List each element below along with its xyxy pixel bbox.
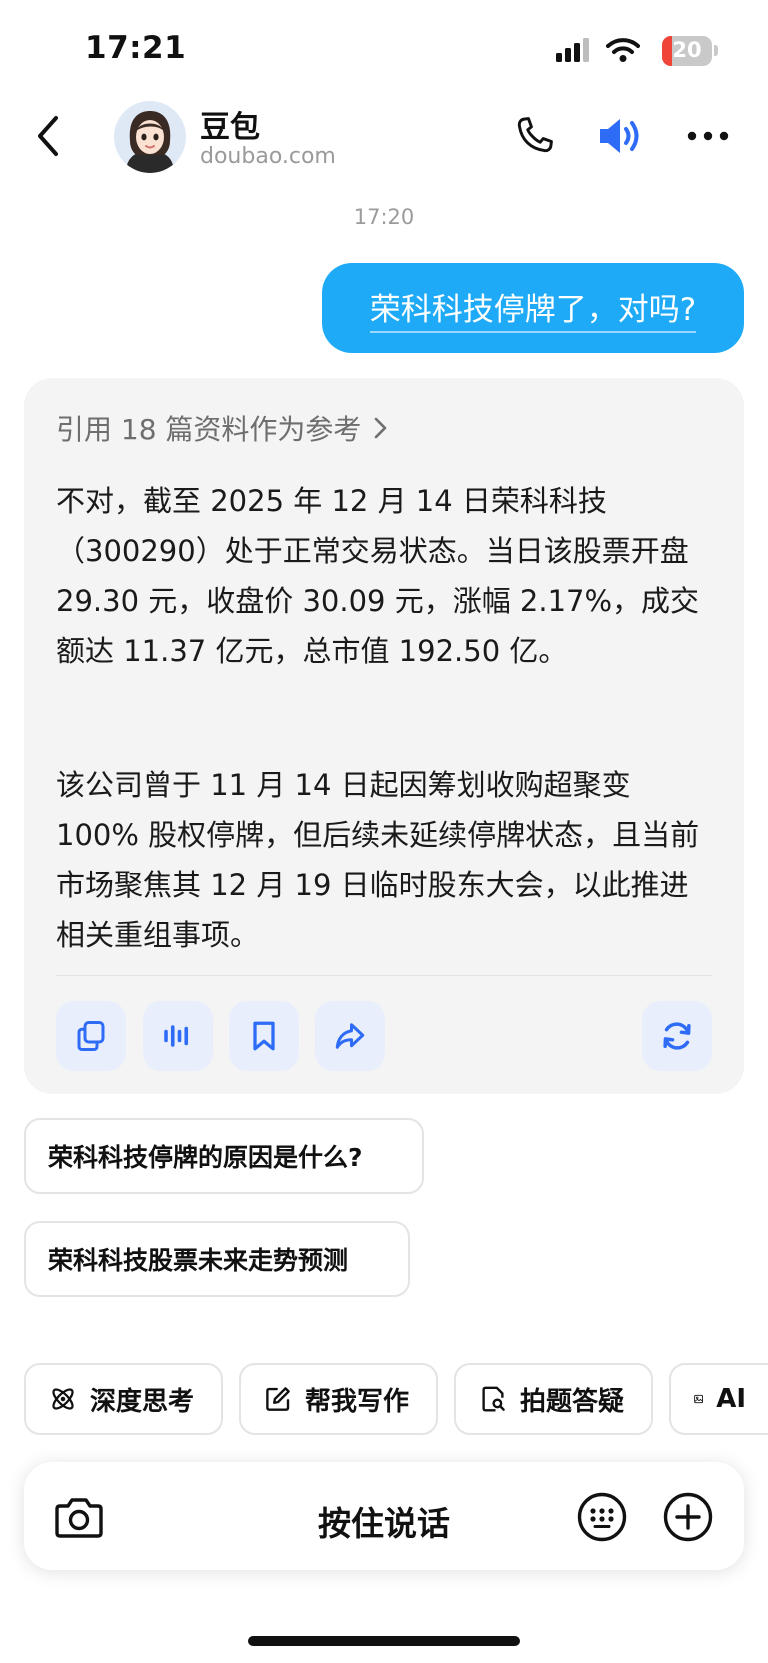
tool-label: 帮我写作 — [305, 1386, 410, 1417]
atom-icon — [52, 1388, 74, 1410]
answer-paragraph-1: 不对，截至 2025 年 12 月 14 日荣科科技（300290）处于正常交易… — [56, 484, 700, 668]
battery-icon: 20 — [662, 36, 712, 66]
back-icon[interactable] — [30, 112, 66, 160]
input-bar — [24, 1462, 744, 1570]
speaker-icon[interactable] — [596, 114, 646, 158]
regenerate-button[interactable] — [642, 1001, 712, 1071]
keyboard-icon[interactable] — [576, 1491, 628, 1543]
chevron-right-icon — [375, 417, 387, 439]
tool-deep-think[interactable]: 深度思考 — [24, 1363, 223, 1435]
user-message-text: 荣科科技停牌了，对吗? — [369, 284, 697, 333]
read-aloud-button[interactable] — [143, 1001, 213, 1071]
battery-nub — [714, 45, 718, 56]
suggestion-chip[interactable]: 荣科科技股票未来走势预测 — [24, 1221, 410, 1297]
avatar-illustration — [114, 101, 186, 173]
message-timestamp: 17:20 — [353, 205, 415, 229]
battery-level: 20 — [672, 38, 702, 62]
user-message-bubble[interactable]: 荣科科技停牌了，对吗? — [322, 263, 744, 353]
bookmark-icon — [253, 1021, 275, 1051]
share-icon — [335, 1023, 365, 1049]
tool-ai-image[interactable]: AI — [669, 1363, 768, 1435]
status-time: 17:21 — [85, 30, 187, 66]
regenerate-icon — [663, 1022, 691, 1050]
voice-icon — [164, 1025, 189, 1047]
tool-label: 深度思考 — [90, 1386, 195, 1417]
doc-search-icon — [482, 1386, 505, 1412]
wifi-icon — [606, 38, 640, 62]
contact-name: 豆包 — [200, 110, 260, 145]
avatar[interactable] — [114, 101, 186, 173]
answer-paragraph-2: 该公司曾于 11 月 14 日起因筹划收购超聚变 100% 股权停牌，但后续未延… — [56, 768, 700, 952]
edit-icon — [266, 1387, 290, 1411]
share-button[interactable] — [315, 1001, 385, 1071]
home-indicator — [248, 1636, 520, 1646]
image-icon — [694, 1394, 704, 1404]
tool-writing[interactable]: 帮我写作 — [239, 1363, 438, 1435]
contact-domain: doubao.com — [200, 144, 336, 169]
tool-label: 拍题答疑 — [520, 1386, 625, 1417]
references-link[interactable]: 引用 18 篇资料作为参考 — [56, 408, 391, 448]
answer-divider — [56, 975, 712, 976]
bookmark-button[interactable] — [229, 1001, 299, 1071]
references-label: 引用 18 篇资料作为参考 — [56, 413, 362, 446]
plus-icon[interactable] — [662, 1491, 714, 1543]
more-icon[interactable] — [686, 126, 730, 146]
tool-photo-answer[interactable]: 拍题答疑 — [454, 1363, 653, 1435]
copy-icon — [77, 1021, 105, 1051]
camera-icon[interactable] — [54, 1494, 104, 1540]
suggestion-chip[interactable]: 荣科科技停牌的原因是什么? — [24, 1118, 424, 1194]
phone-icon[interactable] — [512, 114, 556, 158]
copy-button[interactable] — [56, 1001, 126, 1071]
signal-icon — [556, 38, 589, 62]
tool-label: AI — [716, 1384, 746, 1414]
